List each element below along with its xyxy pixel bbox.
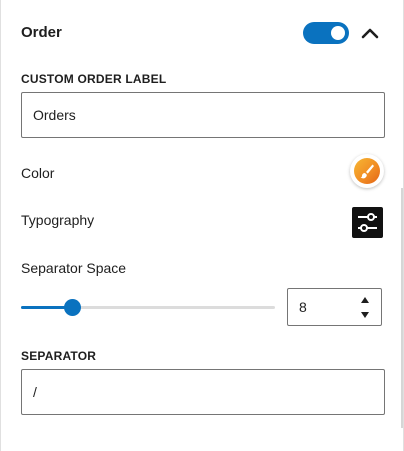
color-picker-button[interactable] [350, 154, 384, 188]
separator-space-slider[interactable] [21, 299, 275, 316]
toggle-knob [331, 26, 345, 40]
separator-input[interactable]: / [21, 369, 385, 415]
settings-panel: Order CUSTOM ORDER LABEL Orders Color Ty… [0, 0, 404, 451]
chevron-up-icon[interactable] [358, 22, 382, 44]
order-toggle[interactable] [303, 22, 349, 44]
slider-thumb[interactable] [63, 299, 81, 316]
custom-order-label-heading: CUSTOM ORDER LABEL [21, 72, 167, 86]
typography-button[interactable] [352, 207, 383, 238]
custom-order-label-value: Orders [33, 107, 76, 123]
separator-space-input[interactable]: 8 [287, 288, 382, 326]
spin-up-icon[interactable] [359, 294, 371, 306]
separator-space-label: Separator Space [21, 260, 127, 276]
scrollbar[interactable] [401, 188, 403, 428]
separator-space-value: 8 [299, 299, 307, 315]
spin-down-icon[interactable] [359, 309, 371, 321]
custom-order-label-input[interactable]: Orders [21, 92, 385, 138]
color-label: Color [21, 165, 55, 181]
separator-heading: SEPARATOR [21, 349, 97, 363]
panel-title: Order [21, 24, 62, 41]
typography-label: Typography [21, 212, 95, 228]
separator-value: / [33, 384, 37, 400]
panel-header[interactable]: Order [1, 0, 403, 66]
paintbrush-icon [360, 164, 374, 179]
sliders-icon [358, 213, 377, 232]
